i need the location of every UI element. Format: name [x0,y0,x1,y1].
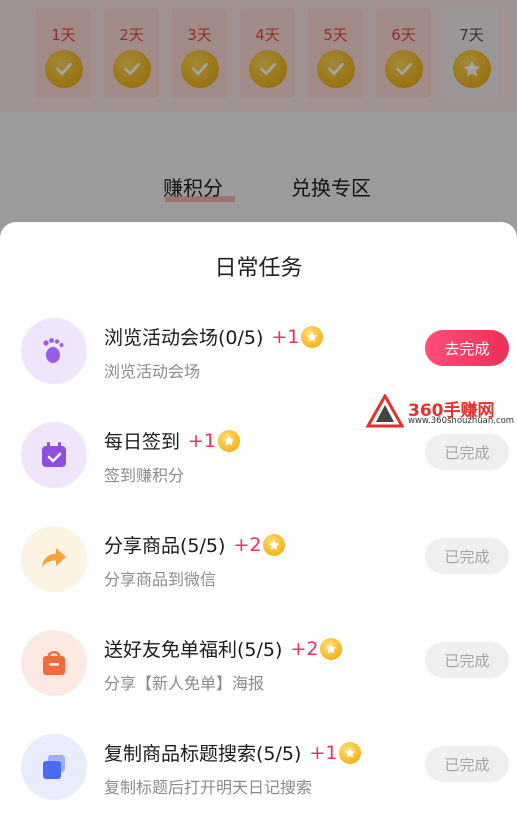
task-subtitle: 签到赚积分 [104,466,185,485]
modal-overlay[interactable] [0,0,517,240]
footprint-icon [21,318,87,384]
star-icon [339,741,362,764]
background-page: 1天 2天 3天 4天 5天 6天 7天 赚积分 兑换专区 [0,0,517,240]
task-title: 复制商品标题搜索(5/5) [104,743,302,765]
completed-button[interactable]: 已完成 [425,642,509,678]
task-title: 浏览活动会场(0/5) [104,327,264,349]
task-reward: +1 [271,325,300,348]
task-item-share: 分享商品(5/5) +2 分享商品到微信 已完成 [0,526,517,626]
daily-tasks-sheet: 日常任务 浏览活动会场(0/5) +1 浏览活动会场 去完成 每日签到 +1 签… [0,222,517,825]
task-title: 每日签到 [104,431,181,453]
completed-button[interactable]: 已完成 [425,434,509,470]
task-reward: +1 [309,741,338,764]
task-title-row: 分享商品(5/5) +2 [104,531,286,558]
task-reward: +1 [188,429,217,452]
task-item-copy-search: 复制商品标题搜索(5/5) +1 复制标题后打开明天日记搜索 已完成 [0,734,517,825]
star-icon [301,325,324,348]
gift-bag-icon [21,630,87,696]
task-title-row: 复制商品标题搜索(5/5) +1 [104,739,362,766]
share-arrow-icon [21,526,87,592]
watermark-url: www.360shouzhuan.com [408,416,515,426]
task-subtitle: 分享【新人免单】海报 [104,674,265,693]
star-icon [263,533,286,556]
sheet-title: 日常任务 [214,256,303,281]
watermark: 360手赚网 www.360shouzhuan.com [366,394,516,430]
task-title: 送好友免单福利(5/5) [104,639,283,661]
go-complete-button[interactable]: 去完成 [425,330,509,366]
task-subtitle: 复制标题后打开明天日记搜索 [104,778,313,797]
task-subtitle: 分享商品到微信 [104,570,217,589]
watermark-logo-icon [366,394,404,428]
task-title: 分享商品(5/5) [104,535,226,557]
task-title-row: 送好友免单福利(5/5) +2 [104,635,343,662]
completed-button[interactable]: 已完成 [425,746,509,782]
task-item-free-order: 送好友免单福利(5/5) +2 分享【新人免单】海报 已完成 [0,630,517,730]
star-icon [320,637,343,660]
task-title-row: 每日签到 +1 [104,427,241,454]
task-reward: +2 [290,637,319,660]
task-item-checkin: 每日签到 +1 签到赚积分 已完成 [0,422,517,522]
task-reward: +2 [233,533,262,556]
task-title-row: 浏览活动会场(0/5) +1 [104,323,324,350]
calendar-check-icon [21,422,87,488]
task-subtitle: 浏览活动会场 [104,362,201,381]
star-icon [218,429,241,452]
completed-button[interactable]: 已完成 [425,538,509,574]
copy-icon [21,734,87,800]
